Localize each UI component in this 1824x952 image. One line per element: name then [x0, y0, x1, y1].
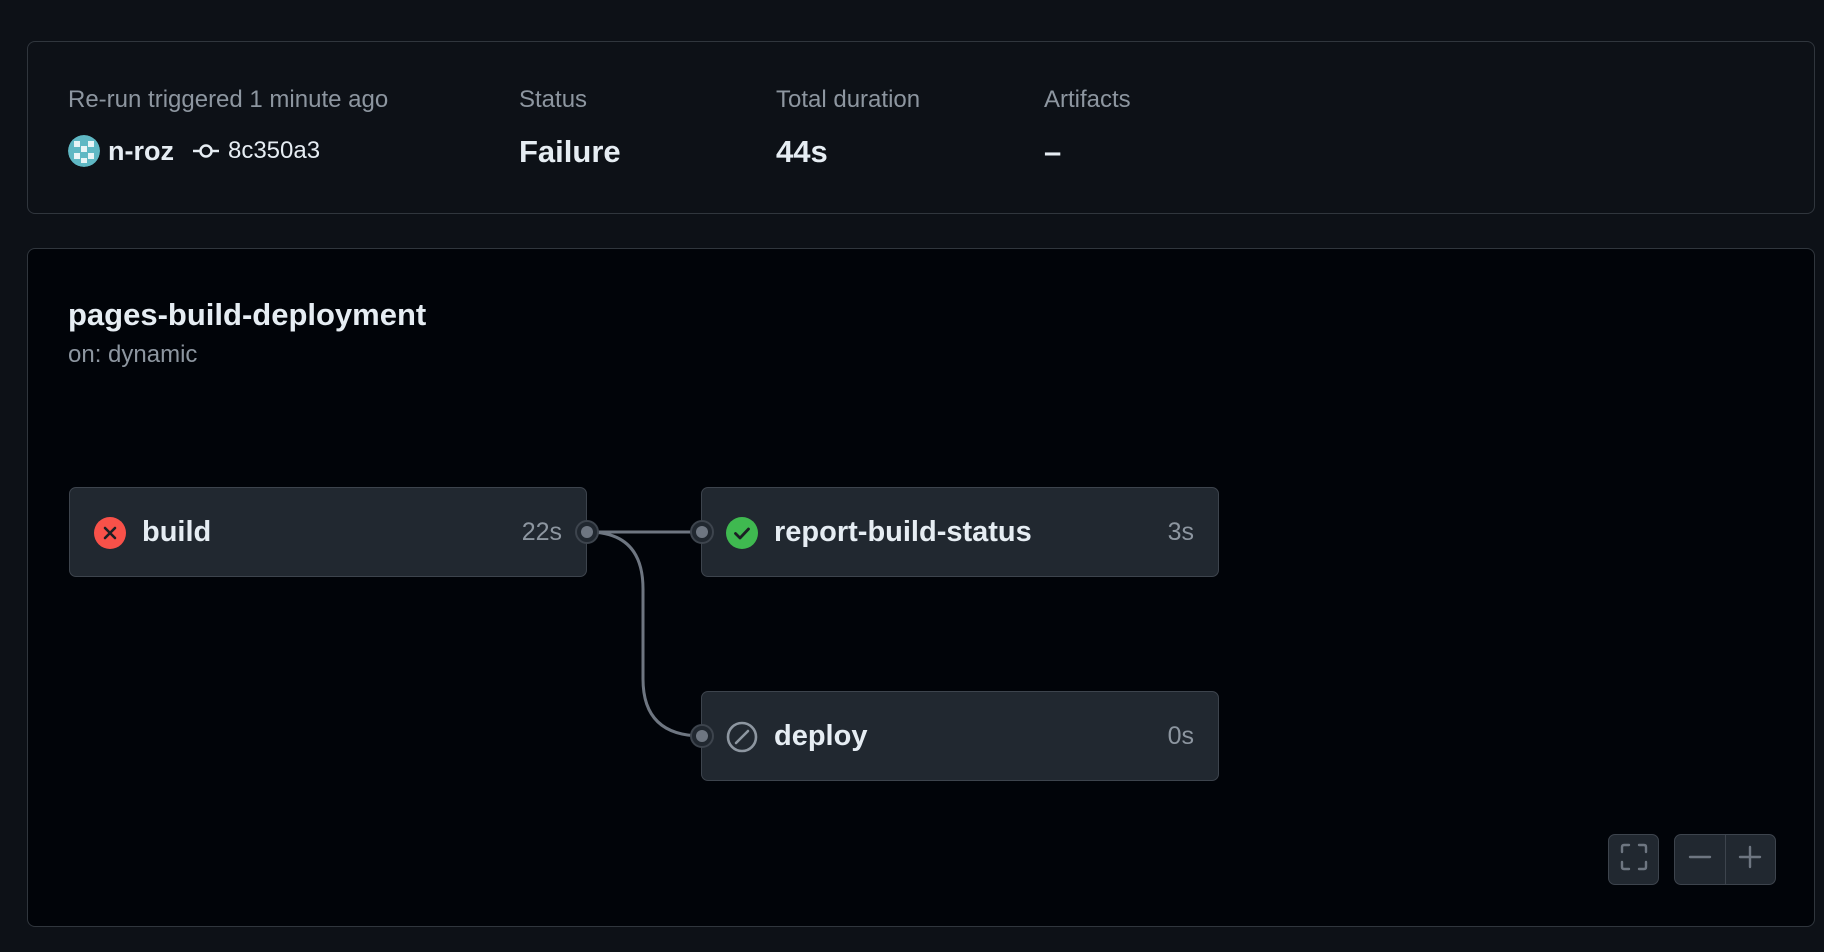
- run-summary: Re-run triggered 1 minute ago n-roz 8c35…: [27, 41, 1815, 214]
- actor-link[interactable]: n-roz: [108, 136, 174, 167]
- fullscreen-button[interactable]: [1608, 834, 1659, 885]
- artifacts-value: –: [1044, 134, 1062, 169]
- job-duration: 3s: [1167, 518, 1194, 546]
- zoom-controls: [1674, 834, 1776, 885]
- zoom-in-button[interactable]: [1724, 835, 1776, 884]
- avatar[interactable]: [68, 135, 100, 167]
- job-name: deploy: [774, 720, 868, 752]
- actor-row: n-roz 8c350a3: [68, 135, 320, 167]
- artifacts-column: Artifacts –: [1044, 86, 1131, 169]
- trigger-column: Re-run triggered 1 minute ago n-roz 8c35…: [68, 86, 389, 167]
- plus-icon: [1738, 845, 1762, 874]
- job-duration: 0s: [1167, 722, 1194, 750]
- status-column: Status Failure: [519, 86, 621, 169]
- job-name: build: [142, 516, 212, 548]
- job-name: report-build-status: [774, 516, 1032, 548]
- job-output-port: [575, 520, 599, 544]
- duration-column: Total duration 44s: [776, 86, 921, 169]
- connector-build-to-deploy: [587, 530, 703, 738]
- trigger-label: Re-run triggered 1 minute ago: [68, 86, 389, 113]
- duration-value: 44s: [776, 134, 828, 169]
- job-duration: 22s: [521, 518, 562, 546]
- check-circle-fill-icon: [726, 517, 758, 549]
- duration-label: Total duration: [776, 86, 921, 113]
- job-build[interactable]: build 22s: [69, 487, 587, 577]
- artifacts-label: Artifacts: [1044, 86, 1131, 113]
- minus-icon: [1688, 845, 1712, 874]
- screen-full-icon: [1620, 843, 1648, 876]
- job-connectors: [587, 530, 703, 738]
- job-report-build-status[interactable]: report-build-status 3s: [701, 487, 1219, 577]
- job-input-port: [690, 520, 714, 544]
- workflow-graph: pages-build-deployment on: dynamic build…: [27, 248, 1815, 927]
- job-input-port: [690, 724, 714, 748]
- status-value: Failure: [519, 134, 621, 169]
- zoom-out-button[interactable]: [1675, 835, 1725, 884]
- status-label: Status: [519, 86, 588, 113]
- skip-icon: [726, 721, 758, 753]
- x-circle-fill-icon: [94, 517, 126, 549]
- job-deploy[interactable]: deploy 0s: [701, 691, 1219, 781]
- commit-sha-link[interactable]: 8c350a3: [228, 137, 320, 165]
- git-commit-icon: [192, 141, 220, 161]
